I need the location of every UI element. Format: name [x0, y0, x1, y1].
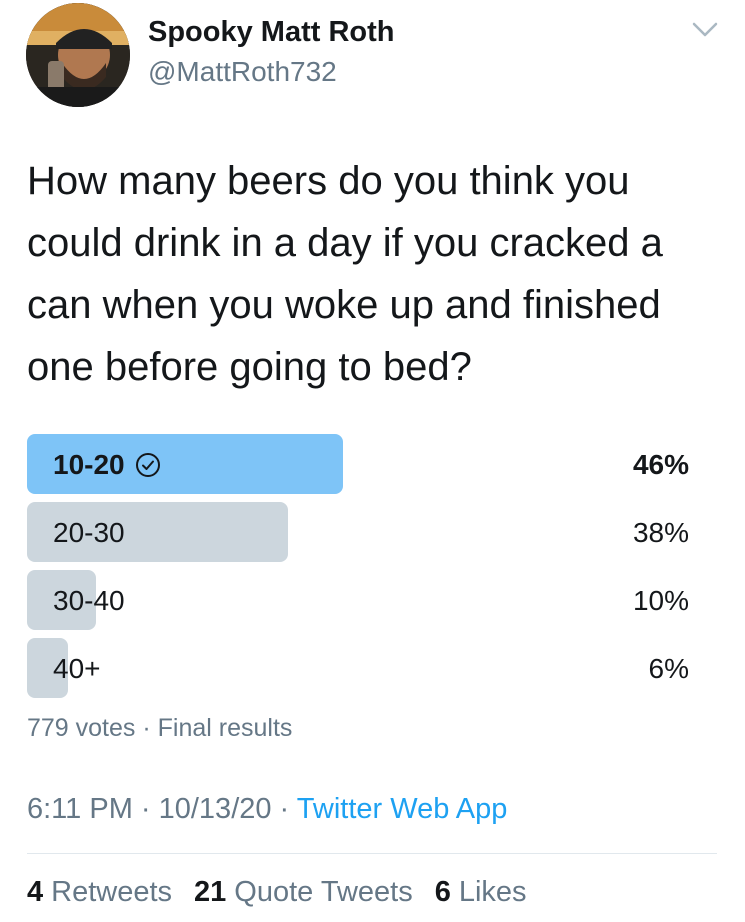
likes-label: Likes — [458, 876, 527, 908]
poll-option: 30-40 10% — [27, 570, 689, 630]
poll-option: 20-30 38% — [27, 502, 689, 562]
user-handle[interactable]: @MattRoth732 — [148, 56, 337, 88]
likes-stat[interactable]: 6 Likes — [435, 876, 527, 909]
poll-option-percent: 10% — [632, 585, 689, 616]
retweets-label: Retweets — [51, 876, 173, 908]
likes-count: 6 — [434, 876, 451, 908]
avatar[interactable] — [26, 3, 130, 107]
poll-summary: 779 votes · Final results — [27, 714, 293, 742]
user-avatar-photo — [26, 3, 130, 107]
display-name[interactable]: Spooky Matt Roth — [148, 16, 395, 49]
quote-tweets-stat[interactable]: 21 Quote Tweets — [194, 876, 413, 909]
poll: 10-20 46% 20-30 38% 30-40 10% 40+ 6% — [27, 434, 689, 706]
poll-option-label: 20-30 — [53, 517, 125, 548]
check-circle-icon — [135, 453, 160, 477]
poll-option-label: 30-40 — [53, 585, 125, 616]
tweet-timestamp: 6:11 PM · 10/13/20 · Twitter Web App — [27, 793, 507, 826]
poll-option-label: 40+ — [53, 653, 101, 684]
chevron-down-icon[interactable] — [690, 18, 720, 40]
timestamp-text[interactable]: 6:11 PM · 10/13/20 · — [27, 793, 297, 825]
retweets-count: 4 — [27, 876, 44, 908]
retweets-stat[interactable]: 4 Retweets — [27, 876, 172, 909]
poll-option-percent: 46% — [632, 449, 689, 480]
source-app-link[interactable]: Twitter Web App — [297, 793, 508, 825]
poll-option-label: 10-20 — [53, 449, 125, 480]
quote-tweets-count: 21 — [194, 876, 227, 908]
engagement-stats: 4 Retweets 21 Quote Tweets 6 Likes — [27, 876, 527, 909]
tweet-text: How many beers do you think you could dr… — [27, 159, 663, 389]
poll-option-label-wrap: 10-20 — [53, 449, 161, 481]
quote-tweets-label: Quote Tweets — [234, 876, 413, 908]
poll-option: 10-20 46% — [27, 434, 689, 494]
divider — [27, 853, 717, 854]
poll-option-percent: 6% — [648, 653, 689, 684]
poll-option: 40+ 6% — [27, 638, 689, 698]
poll-option-percent: 38% — [632, 517, 689, 548]
